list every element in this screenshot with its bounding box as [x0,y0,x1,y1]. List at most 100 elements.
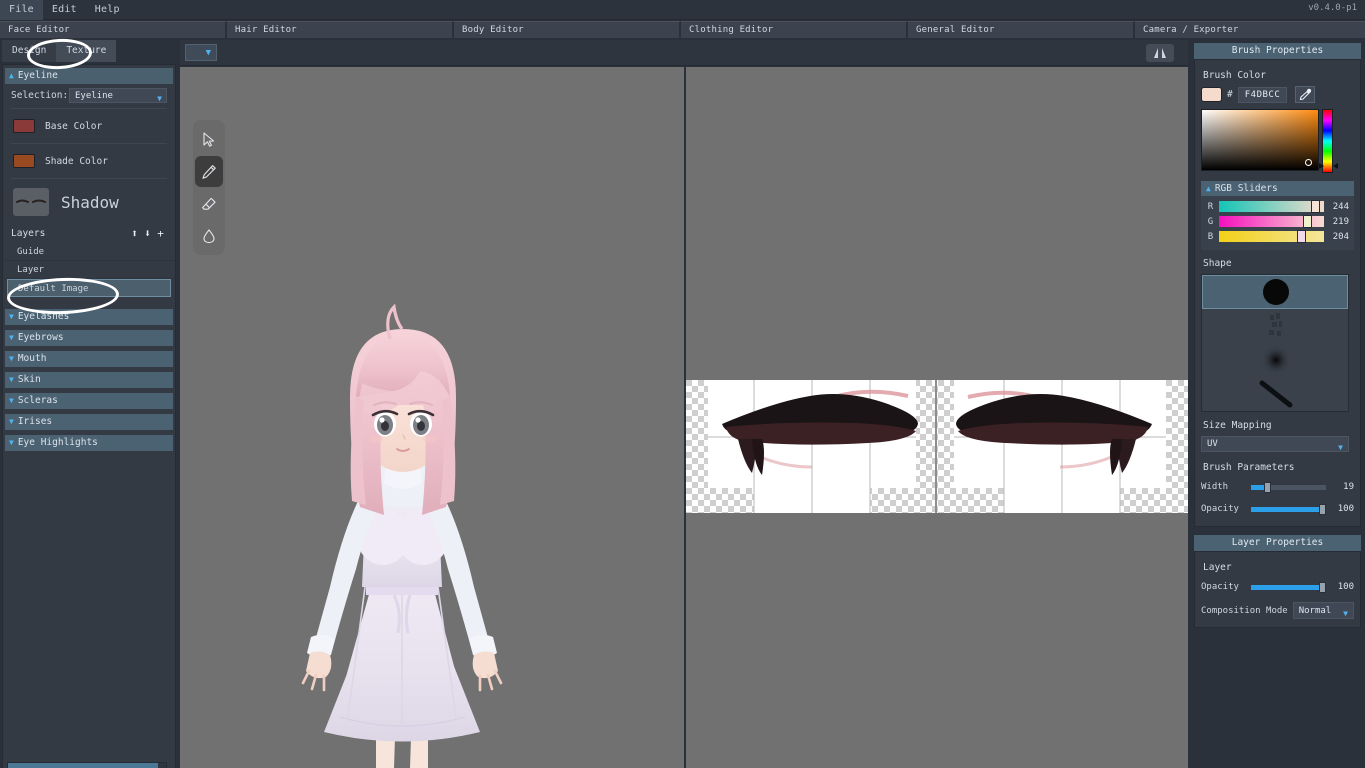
section-header-scleras[interactable]: ▼ Scleras [5,393,173,409]
caret-up-icon: ▲ [9,71,14,80]
mirror-symmetry-button[interactable] [1146,44,1174,62]
base-color-swatch[interactable] [13,119,35,133]
chevron-down-icon: ▼ [157,93,162,103]
brush-shape-list [1201,274,1349,412]
shadow-row[interactable]: Shadow [3,181,175,223]
selection-dropdown[interactable]: Eyeline ▼ [69,87,167,103]
section-title-eyelashes: Eyelashes [17,311,70,322]
brush-shape-hard-round[interactable] [1202,275,1348,309]
tab-camera-exporter[interactable]: Camera / Exporter [1135,21,1365,38]
rgb-slider-r[interactable] [1219,200,1324,213]
hue-slider[interactable] [1319,109,1338,173]
rgb-value-r: 244 [1332,201,1349,212]
rgb-channel-g-label: G [1207,216,1214,227]
hard-round-brush-icon [1263,279,1289,305]
caret-down-icon: ▼ [9,417,14,426]
layer-item-default-image[interactable]: Default Image [7,279,171,297]
right-panel: Brush Properties Brush Color # F4DBCC ▲ … [1190,40,1365,768]
brush-width-slider[interactable] [1251,482,1326,493]
shade-color-swatch[interactable] [13,154,35,168]
tab-general-editor[interactable]: General Editor [908,21,1135,38]
size-mapping-dropdown[interactable]: UV ▼ [1201,436,1349,452]
section-header-eyeline[interactable]: ▲ Eyeline [5,68,173,84]
texture-brush-icon [1269,313,1282,336]
rgb-sliders-header[interactable]: ▲ RGB Sliders [1201,181,1354,196]
composition-mode-row: Composition Mode Normal ▼ [1201,602,1354,619]
composition-mode-label: Composition Mode [1201,605,1288,616]
layer-opacity-label: Opacity [1201,582,1239,592]
composition-mode-dropdown[interactable]: Normal ▼ [1292,602,1354,619]
brush-parameters-label: Brush Parameters [1203,462,1295,473]
brush-shape-texture[interactable] [1202,309,1348,343]
menu-file[interactable]: File [0,0,43,20]
section-header-mouth[interactable]: ▼ Mouth [5,351,173,367]
shadow-thumbnail[interactable] [13,188,49,216]
eyedropper-button[interactable] [1295,86,1316,103]
caret-down-icon: ▼ [9,333,14,342]
subtab-design[interactable]: Design [2,40,57,62]
layers-title: Layers [11,227,46,239]
brush-opacity-slider[interactable] [1251,504,1326,515]
menu-edit[interactable]: Edit [43,0,86,20]
rgb-slider-g[interactable] [1219,215,1324,228]
layer-opacity-value: 100 [1337,582,1354,592]
subtab-texture[interactable]: Texture [56,40,117,62]
chevron-down-icon: ▼ [1343,609,1348,618]
layer-item-guide[interactable]: Guide [3,243,175,261]
rgb-slider-b[interactable] [1219,230,1324,243]
tab-clothing-editor[interactable]: Clothing Editor [681,21,908,38]
rgb-channel-r-label: R [1207,201,1214,212]
uv-texture-content [708,380,1166,513]
section-title-eye-highlights: Eye Highlights [17,437,98,448]
tab-body-editor[interactable]: Body Editor [454,21,681,38]
arrow-up-icon[interactable]: ⬆ [128,227,141,240]
base-color-label: Base Color [45,120,103,132]
layer-opacity-slider[interactable] [1251,582,1326,593]
view-mode-dropdown[interactable]: ▼ [185,44,217,61]
application-window: File Edit Help v0.4.0-p1 Face Editor Hai… [0,0,1365,768]
saturation-value-picker[interactable] [1201,109,1319,171]
tab-face-editor[interactable]: Face Editor [0,21,227,38]
selection-row: Selection: Eyeline ▼ [3,84,175,106]
rgb-thumb-b[interactable] [1296,230,1306,243]
layer-properties-panel: Layer Opacity 100 Composition Mode Norma… [1194,551,1361,628]
arrow-down-icon[interactable]: ⬇ [141,227,154,240]
divider [11,178,167,179]
caret-down-icon: ▼ [9,375,14,384]
color-picker-area [1201,109,1354,173]
rgb-thumb-g[interactable] [1303,215,1312,228]
hex-input[interactable]: F4DBCC [1237,86,1288,103]
brush-color-swatch[interactable] [1201,87,1222,102]
rgb-thumb-r[interactable] [1311,200,1321,213]
tab-hair-editor[interactable]: Hair Editor [227,21,454,38]
hue-marker-icon [1319,163,1338,169]
model-3d-viewport[interactable] [180,67,684,768]
section-header-skin[interactable]: ▼ Skin [5,372,173,388]
section-header-irises[interactable]: ▼ Irises [5,414,173,430]
section-header-eye-highlights[interactable]: ▼ Eye Highlights [5,435,173,451]
shape-label: Shape [1203,258,1232,269]
shade-color-row[interactable]: Shade Color [3,146,175,176]
size-mapping-value: UV [1207,439,1218,449]
menu-help[interactable]: Help [86,0,129,20]
brush-shape-soft-round[interactable] [1202,343,1348,377]
brush-width-row: Width 19 [1201,478,1354,496]
rgb-channel-b-label: B [1207,231,1214,242]
section-header-eyelashes[interactable]: ▼ Eyelashes [5,309,173,325]
uv-center-divider [935,380,937,513]
soft-round-brush-icon [1261,345,1291,375]
section-title-eyeline: Eyeline [17,70,58,81]
layers-header: Layers ⬆ ⬇ + [3,223,175,243]
brush-shape-diagonal-stroke[interactable] [1202,377,1348,411]
left-panel-subtabs: Design Texture [0,40,178,62]
section-header-eyebrows[interactable]: ▼ Eyebrows [5,330,173,346]
plus-icon[interactable]: + [154,227,167,240]
caret-down-icon: ▼ [9,354,14,363]
left-panel-horizontal-scrollbar[interactable] [7,762,167,768]
layer-item-layer[interactable]: Layer [3,261,175,279]
base-color-row[interactable]: Base Color [3,111,175,141]
uv-texture-viewport[interactable] [686,67,1188,768]
brush-properties-title: Brush Properties [1194,43,1361,59]
caret-up-icon: ▲ [1206,183,1211,193]
left-panel: Design Texture ▲ Eyeline Selection: Eyel… [0,40,178,768]
